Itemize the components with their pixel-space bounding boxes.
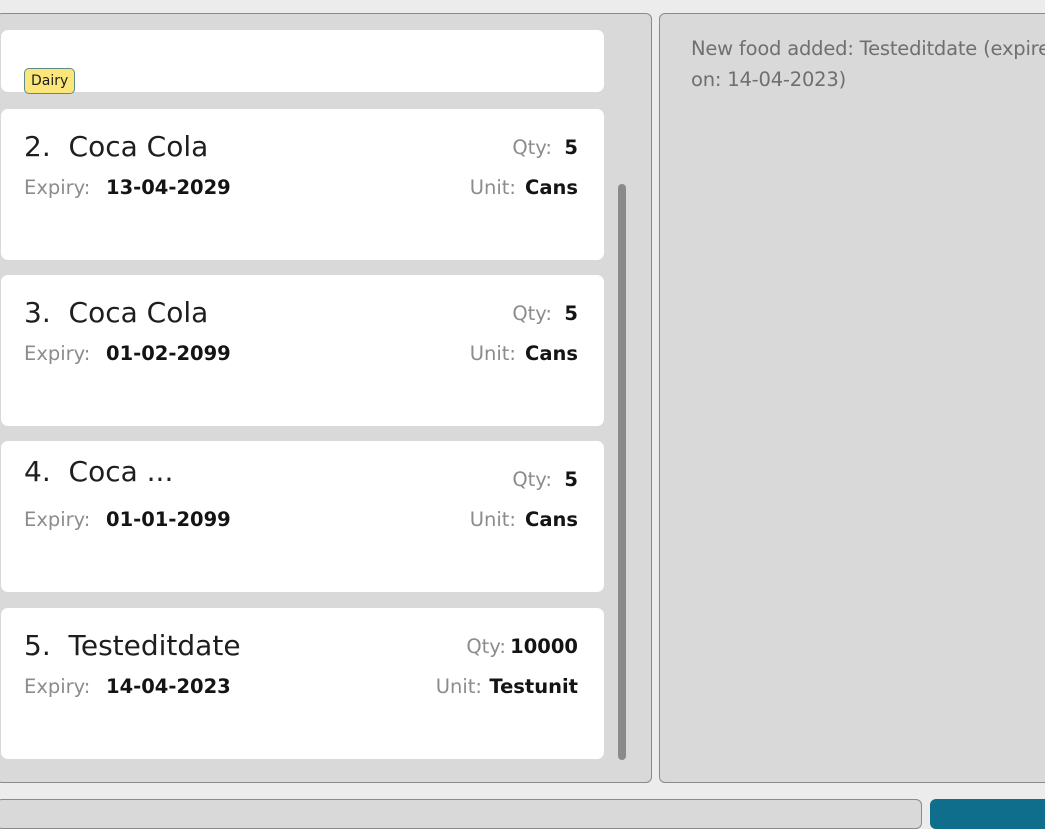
qty-value: 10000 [510,635,578,658]
food-card[interactable]: Dairy [1,30,604,94]
result-display-panel: New food added: Testeditdate (expires on… [659,13,1045,783]
qty-label: Qty: [466,635,506,658]
expiry-value: 01-02-2099 [106,342,231,365]
qty-label: Qty: [512,136,552,159]
food-card[interactable]: 2. Coca Cola Qty: 5 Expiry: 13-04-2029 U… [1,109,604,260]
food-card[interactable]: 5. Testeditdate Qty: 10000 Expiry: 14-04… [1,608,604,759]
food-name: 3. Coca Cola [24,296,209,329]
food-name: 5. Testeditdate [24,629,241,662]
qty-label: Qty: [512,468,552,491]
unit-value: Cans [525,176,578,199]
food-name: 4. Coca ... [24,455,174,488]
expiry-label: Expiry: [24,176,91,199]
qty-value: 5 [564,468,578,491]
unit-label: Unit: [469,508,516,531]
unit-value: Cans [525,342,578,365]
expiry-label: Expiry: [24,508,91,531]
expiry-label: Expiry: [24,675,91,698]
expiry-value: 14-04-2023 [106,675,231,698]
unit-value: Cans [525,508,578,531]
food-name: 2. Coca Cola [24,130,209,163]
food-card[interactable]: 3. Coca Cola Qty: 5 Expiry: 01-02-2099 U… [1,275,604,426]
unit-label: Unit: [469,342,516,365]
command-input[interactable] [0,799,922,829]
qty-value: 5 [564,136,578,159]
expiry-label: Expiry: [24,342,91,365]
expiry-value: 13-04-2029 [106,176,231,199]
list-scrollbar[interactable] [618,184,626,760]
food-list-panel[interactable]: Dairy 2. Coca Cola Qty: 5 Expiry: 13-04-… [0,13,652,783]
unit-label: Unit: [435,675,482,698]
qty-label: Qty: [512,302,552,325]
command-button[interactable] [930,799,1045,829]
result-message: New food added: Testeditdate (expires on… [691,37,1045,91]
qty-value: 5 [564,302,578,325]
food-tag: Dairy [24,68,76,94]
expiry-value: 01-01-2099 [106,508,231,531]
unit-label: Unit: [469,176,516,199]
unit-value: Testunit [489,675,578,698]
food-card[interactable]: 4. Coca ... Qty: 5 Expiry: 01-01-2099 Un… [1,441,604,592]
